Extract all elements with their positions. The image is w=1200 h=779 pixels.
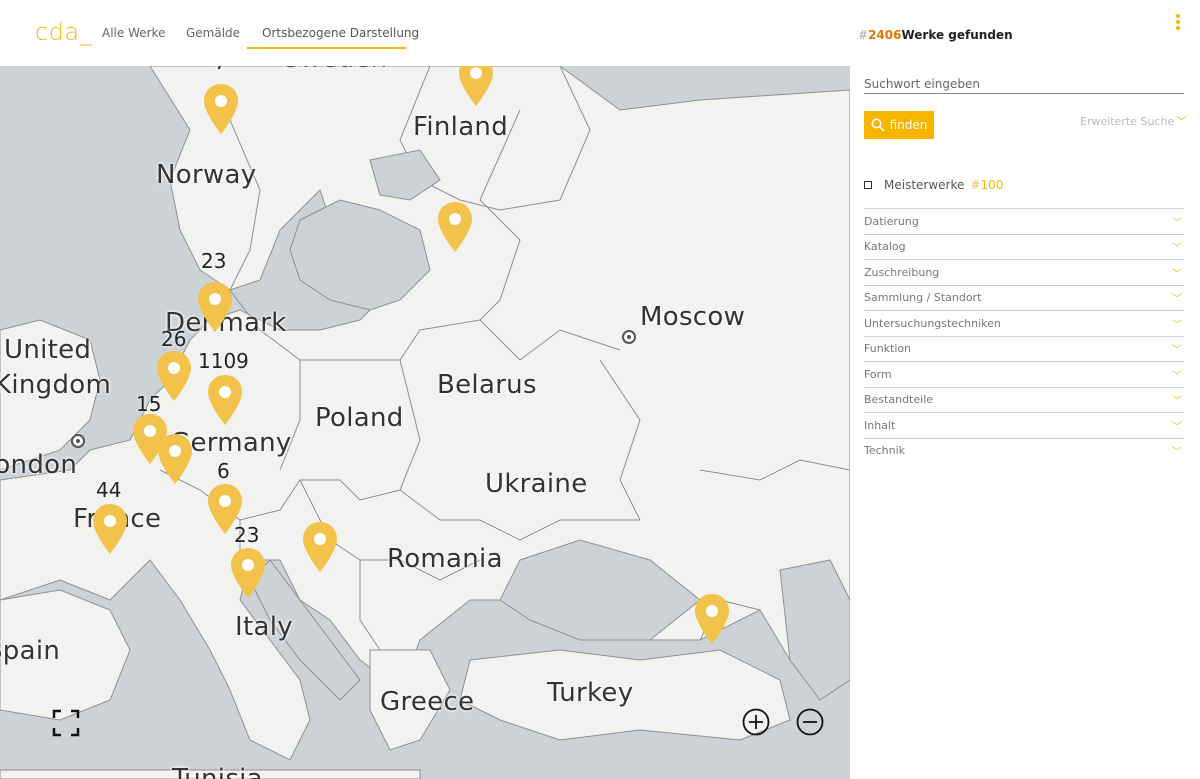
chevron-down-icon: ﹀ [1172,217,1182,229]
label-poland: Poland [315,403,404,433]
find-button[interactable]: finden [864,111,934,139]
filter-bestandteile[interactable]: Bestandteile ﹀ [864,386,1184,413]
filter-label: Datierung [864,214,919,228]
filter-form[interactable]: Form ﹀ [864,361,1184,387]
map-pin-icon[interactable] [91,502,129,556]
top-navigation: cda_ Alle Werke Gemälde Ortsbezogene Dar… [0,0,850,66]
chevron-down-icon: ﹀ [1172,345,1182,357]
label-sweden: Sweden [283,66,388,74]
filter-accordion: Datierung ﹀ Katalog ﹀ Zuschreibung ﹀ Sammlu… [864,208,1184,463]
filter-funktion[interactable]: Funktion ﹀ [864,335,1184,362]
filter-label: Funktion [864,342,912,356]
map-pin-icon[interactable] [156,432,194,486]
filter-label: Inhalt [864,418,896,432]
filter-label: Technik [864,444,906,458]
find-button-label: finden [889,118,928,132]
label-romania: Romania [387,544,503,574]
filter-label: Bestandteile [864,393,934,407]
chevron-down-icon: ﹀ [1172,370,1182,382]
result-count-hash: # [858,28,869,42]
map-pin-icon[interactable] [155,349,193,403]
logo[interactable]: cda_ [35,18,92,46]
plus-circle-icon[interactable] [742,708,770,736]
tab-ortsbezogene-darstellung[interactable]: Ortsbezogene Darstellung [262,26,419,40]
filter-technik[interactable]: Technik ﹀ [864,437,1184,464]
result-count-label: Werke gefunden [901,28,1013,42]
masterworks-label: Meisterwerke [884,178,965,192]
filter-label: Sammlung / Standort [864,291,982,305]
more-options-icon[interactable] [1176,14,1182,32]
label-greece: Greece [380,687,475,717]
map-base [0,66,850,779]
filter-label: Zuschreibung [864,265,940,279]
result-count-number: 2406 [868,28,902,42]
chevron-down-icon: ﹀ [1172,421,1182,433]
advanced-search-label: Erweiterte Suche [1080,115,1175,128]
search-input[interactable] [864,74,1184,94]
masterworks-count: #100 [970,178,1004,192]
chevron-down-icon: ﹀ [1172,268,1182,280]
map-pin-icon[interactable] [457,66,495,108]
filter-datierung[interactable]: Datierung ﹀ [864,208,1184,234]
label-kingdom: Kingdom [0,370,112,400]
advanced-search-toggle[interactable]: Erweiterte Suche ﹀ [1080,113,1187,129]
cluster-count: 26 [161,327,187,351]
cluster-count: 6 [217,459,230,483]
masterworks-filter[interactable]: Meisterwerke #100 [864,178,1003,192]
label-spain: Spain [0,636,61,666]
tab-alle-werke[interactable]: Alle Werke [102,26,165,40]
chevron-down-icon: ﹀ [1172,396,1182,408]
map-pin-icon[interactable] [202,82,240,136]
chevron-down-icon: ﹀ [1172,243,1182,255]
chevron-down-icon: ﹀ [1172,294,1182,306]
label-finland: Finland [413,112,509,142]
result-count: #2406Werke gefunden [858,28,1013,42]
label-united: United [4,335,92,365]
filter-label: Untersuchungstechniken [864,316,1001,330]
label-ukraine: Ukraine [485,469,588,499]
label-moscow: Moscow [640,302,746,332]
label-london: London [0,450,78,480]
chevron-down-icon: ﹀ [1176,115,1188,128]
cluster-count: 44 [96,478,122,502]
tab-gemaelde[interactable]: Gemälde [186,26,240,40]
chevron-down-icon: ﹀ [1172,319,1182,331]
filter-label: Katalog [864,240,906,254]
label-turkey: Turkey [547,678,634,708]
map-view[interactable]: Sweden Finland Norway Denmark United Kin… [0,66,850,779]
map-pin-icon[interactable] [436,200,474,254]
masterworks-checkbox[interactable] [864,181,872,189]
label-belarus: Belarus [437,370,537,400]
label-norway: Norway [156,160,257,190]
active-tab-indicator [247,47,406,49]
city-marker-moscow [622,330,636,344]
minus-circle-icon[interactable] [796,708,824,736]
cluster-count: 23 [201,249,227,273]
map-pin-icon[interactable] [206,482,244,536]
cluster-count: 1109 [198,349,249,373]
city-marker-london [71,434,85,448]
map-pin-icon[interactable] [206,373,244,427]
search-icon [871,118,885,132]
filter-label: Form [864,367,892,381]
map-pin-icon[interactable] [301,520,339,574]
label-tunisia: Tunisia [172,764,263,779]
filter-untersuchungstechniken[interactable]: Untersuchungstechniken ﹀ [864,310,1184,336]
filter-katalog[interactable]: Katalog ﹀ [864,233,1184,260]
cluster-count: 7 [214,66,227,74]
map-pin-icon[interactable] [693,592,731,646]
chevron-down-icon: ﹀ [1172,447,1182,459]
fullscreen-icon[interactable] [52,709,80,737]
filter-sammlung-standort[interactable]: Sammlung / Standort ﹀ [864,284,1184,311]
map-pin-icon[interactable] [196,280,234,334]
label-italy: Italy [235,612,293,642]
filter-zuschreibung[interactable]: Zuschreibung ﹀ [864,259,1184,285]
map-pin-icon[interactable] [229,546,267,600]
filter-inhalt[interactable]: Inhalt ﹀ [864,412,1184,438]
